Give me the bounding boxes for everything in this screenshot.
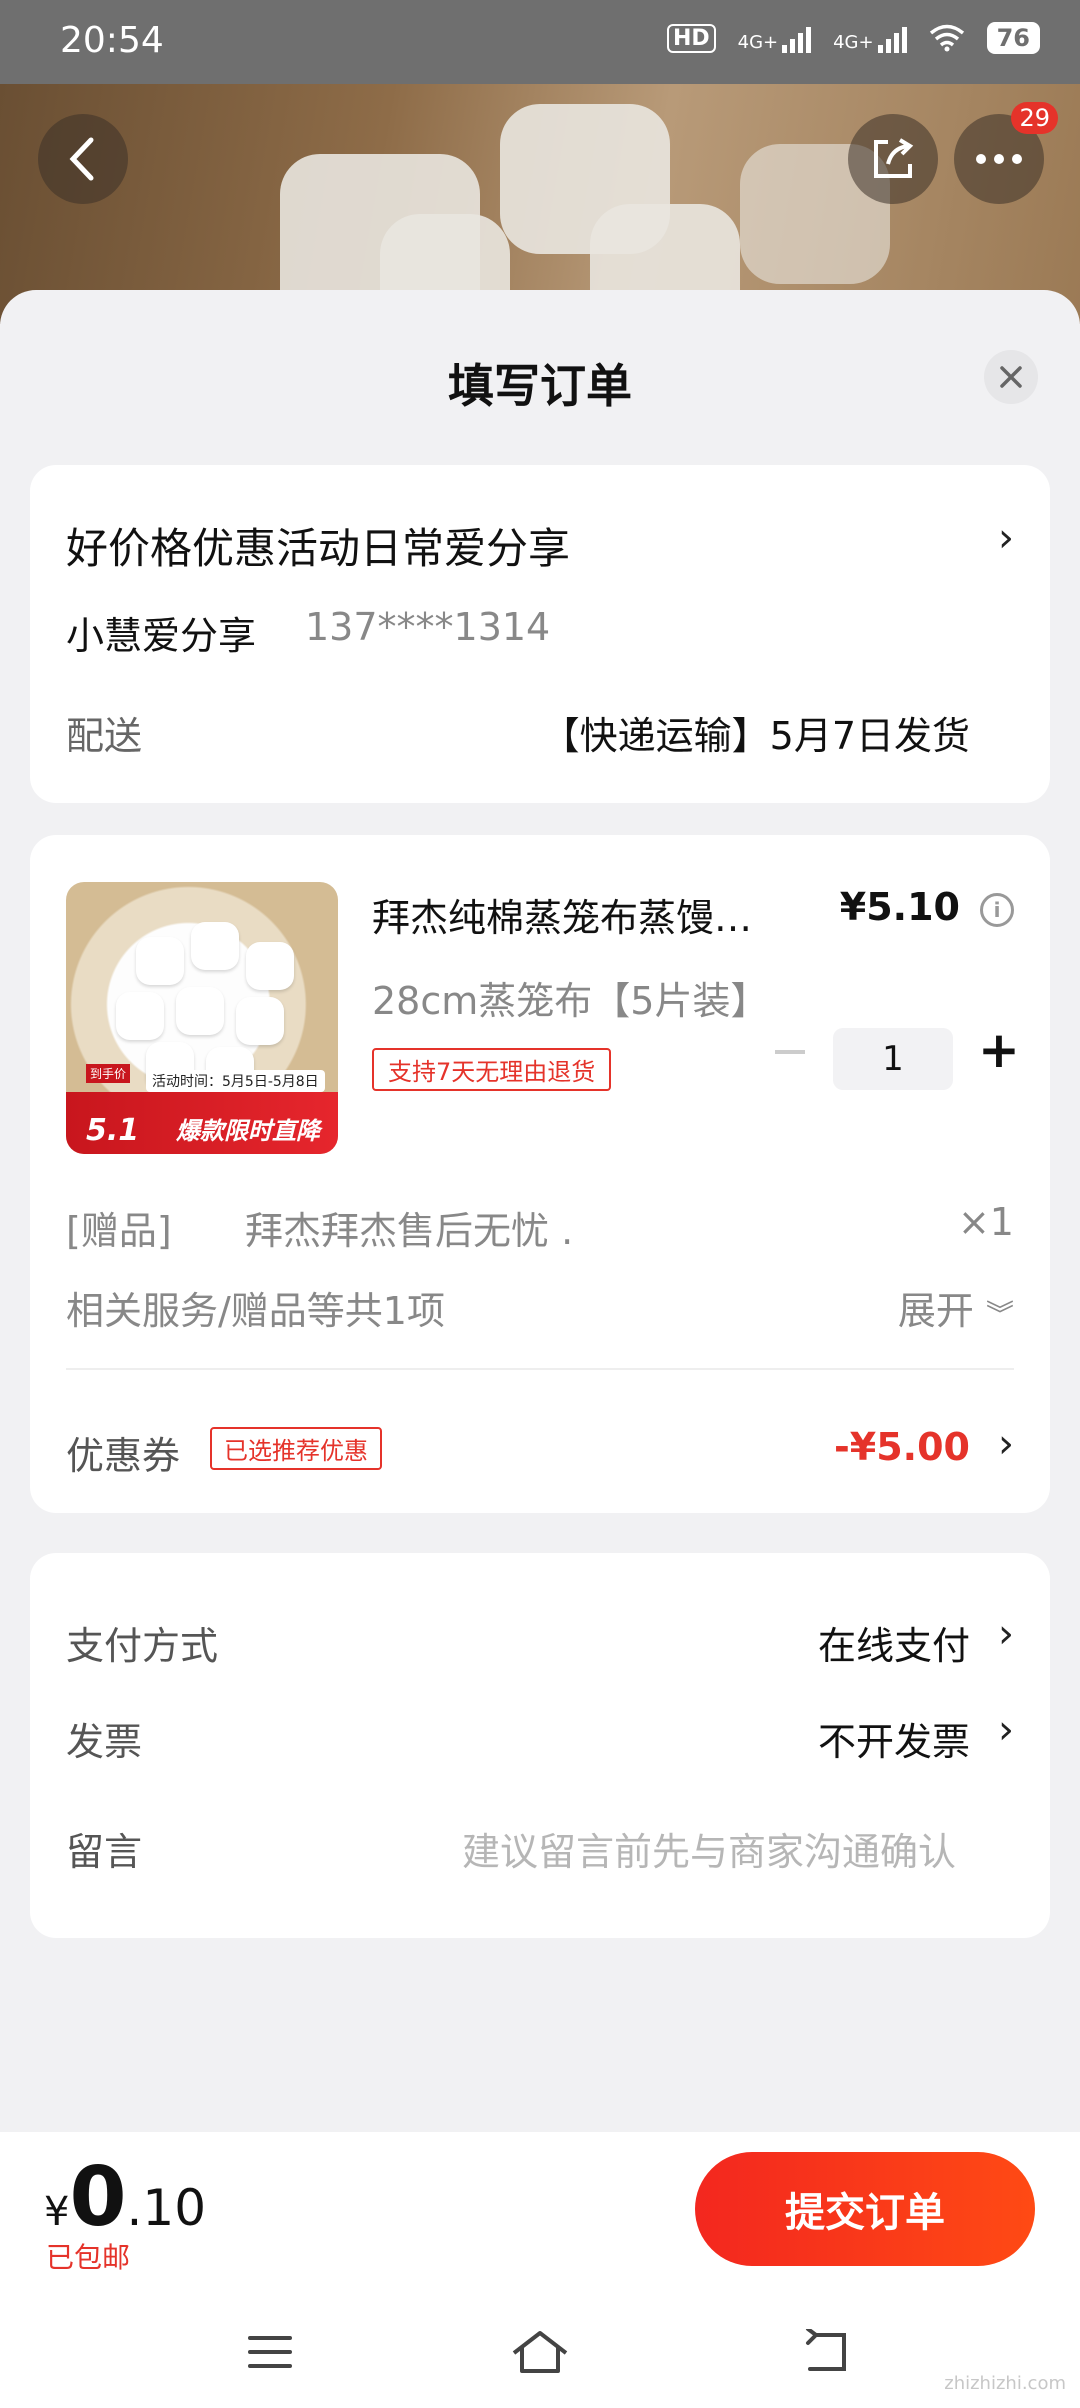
notification-badge: 29 bbox=[1011, 102, 1058, 134]
address-card[interactable]: 好价格优惠活动日常爱分享 › 小慧爱分享 137****1314 配送 【快递运… bbox=[30, 465, 1050, 803]
address-title: 好价格优惠活动日常爱分享 bbox=[66, 524, 571, 573]
promo-subtitle: 活动时间：5月5日-5月8日 bbox=[146, 1070, 325, 1092]
menu-icon bbox=[248, 2336, 292, 2368]
battery-icon: 76 bbox=[986, 22, 1040, 54]
chevron-right-icon[interactable]: › bbox=[998, 1707, 1014, 1753]
status-icons: HD 4G+ 4G+ 76 bbox=[666, 22, 1040, 54]
chevron-left-icon bbox=[69, 137, 94, 181]
coupon-value[interactable]: -¥5.00 bbox=[834, 1425, 970, 1469]
back-nav-button[interactable] bbox=[785, 2322, 865, 2382]
promo-date: 5.1 bbox=[86, 1113, 140, 1148]
payment-method-value[interactable]: 在线支付 bbox=[818, 1615, 970, 1670]
coupon-label: 优惠券 bbox=[66, 1434, 181, 1478]
chevron-down-icon: ︾ bbox=[985, 1298, 1014, 1331]
chevron-right-icon[interactable]: › bbox=[998, 1611, 1014, 1657]
wifi-icon bbox=[929, 24, 964, 52]
decrease-quantity-button[interactable] bbox=[775, 1050, 805, 1054]
message-label: 留言 bbox=[66, 1830, 143, 1874]
close-button[interactable] bbox=[984, 350, 1038, 404]
promo-banner: 到手价 活动时间：5月5日-5月8日 5.1 爆款限时直降 bbox=[66, 1064, 338, 1154]
free-shipping-label: 已包邮 bbox=[46, 2241, 131, 2274]
payment-card: 支付方式 在线支付 › 发票 不开发票 › 留言 建议留言前先与商家沟通确认 bbox=[30, 1553, 1050, 1938]
page-title: 填写订单 bbox=[448, 359, 632, 413]
share-button[interactable] bbox=[848, 114, 938, 204]
system-nav-bar bbox=[0, 2302, 1080, 2408]
bottom-bar: ¥0.10 已包邮 提交订单 zhizhizhi.com bbox=[0, 2132, 1080, 2408]
promo-prefix: 到手价 bbox=[86, 1064, 131, 1083]
product-price: ¥5.10 bbox=[839, 885, 960, 929]
return-policy-tag: 支持7天无理由退货 bbox=[372, 1048, 612, 1091]
gift-quantity: ×1 bbox=[957, 1200, 1014, 1244]
expand-services-button[interactable]: 展开 ︾ bbox=[898, 1280, 1014, 1335]
product-name: 拜杰纯棉蒸笼布蒸馒… bbox=[372, 896, 753, 940]
submit-order-button[interactable]: 提交订单 bbox=[695, 2152, 1035, 2266]
recipient-name: 小慧爱分享 bbox=[66, 614, 257, 658]
home-icon bbox=[512, 2331, 568, 2373]
product-thumbnail[interactable]: 到手价 活动时间：5月5日-5月8日 5.1 爆款限时直降 bbox=[66, 882, 338, 1154]
total-price: ¥0.10 bbox=[44, 2150, 207, 2245]
goods-card: 到手价 活动时间：5月5日-5月8日 5.1 爆款限时直降 拜杰纯棉蒸笼布蒸馒…… bbox=[30, 835, 1050, 1513]
signal-icon: 4G+ bbox=[738, 23, 812, 53]
message-input[interactable]: 建议留言前先与商家沟通确认 bbox=[462, 1821, 956, 1876]
info-icon[interactable]: i bbox=[980, 893, 1014, 927]
product-spec[interactable]: 28cm蒸笼布【5片装】 bbox=[372, 970, 768, 1025]
order-sheet: 填写订单 好价格优惠活动日常爱分享 › 小慧爱分享 137****1314 配送… bbox=[0, 290, 1080, 2130]
shipping-label: 配送 bbox=[66, 714, 143, 758]
quantity-input[interactable]: 1 bbox=[833, 1028, 953, 1090]
gift-name: 拜杰拜杰售后无忧 . bbox=[245, 1209, 574, 1253]
product-hero-image: 29 bbox=[0, 84, 1080, 324]
home-nav-button[interactable] bbox=[500, 2322, 580, 2382]
hd-icon: HD bbox=[666, 23, 716, 53]
shipping-value: 【快递运输】5月7日发货 bbox=[541, 714, 970, 758]
gift-label: [赠品] bbox=[66, 1209, 172, 1253]
chevron-right-icon[interactable]: › bbox=[998, 1421, 1014, 1467]
services-summary: 相关服务/赠品等共1项 bbox=[66, 1289, 445, 1333]
status-time: 20:54 bbox=[60, 20, 164, 61]
recipient-phone: 137****1314 bbox=[305, 605, 551, 649]
more-button[interactable]: 29 bbox=[954, 102, 1058, 204]
payment-method-label: 支付方式 bbox=[66, 1624, 219, 1668]
invoice-value[interactable]: 不开发票 bbox=[818, 1711, 970, 1766]
back-icon bbox=[806, 2329, 846, 2371]
chevron-right-icon: › bbox=[998, 515, 1014, 561]
back-button[interactable] bbox=[38, 114, 128, 204]
close-icon bbox=[1000, 366, 1022, 388]
menu-nav-button[interactable] bbox=[230, 2322, 310, 2382]
invoice-label: 发票 bbox=[66, 1720, 143, 1764]
watermark: zhizhizhi.com bbox=[944, 2373, 1066, 2394]
signal-icon: 4G+ bbox=[833, 23, 907, 53]
more-icon bbox=[976, 154, 1022, 164]
share-icon bbox=[874, 138, 914, 178]
promo-text: 爆款限时直降 bbox=[176, 1117, 320, 1145]
increase-quantity-button[interactable]: + bbox=[978, 1025, 1020, 1075]
status-bar: 20:54 HD 4G+ 4G+ 76 bbox=[0, 0, 1080, 84]
coupon-tag: 已选推荐优惠 bbox=[210, 1427, 382, 1470]
divider bbox=[66, 1368, 1014, 1370]
